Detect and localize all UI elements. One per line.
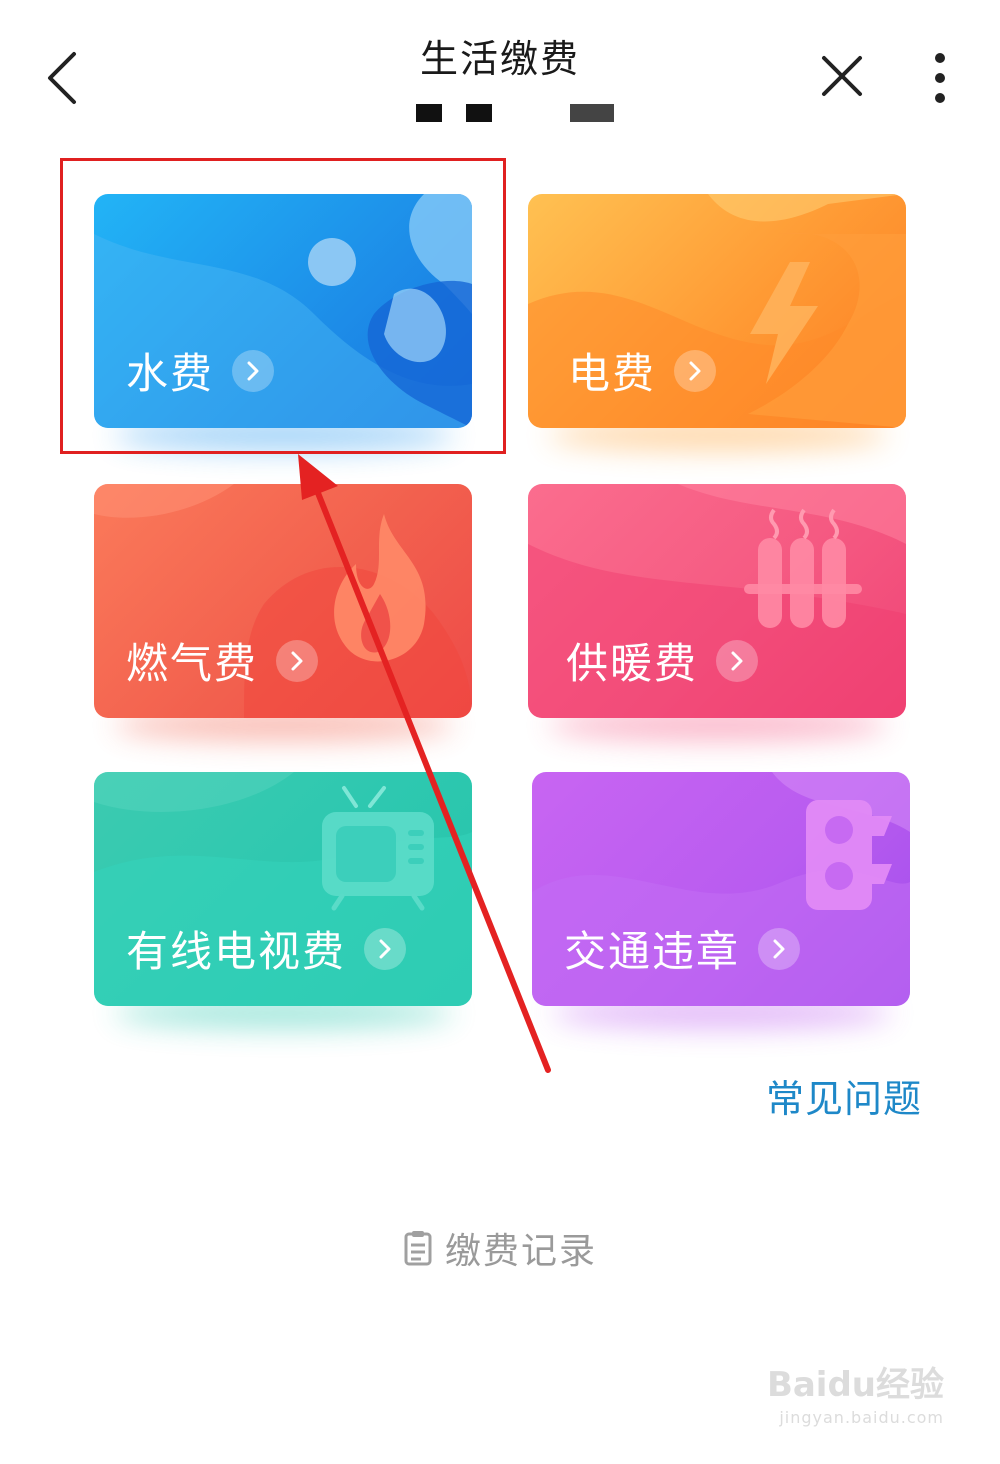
payment-records-label: 缴费记录 <box>444 1231 597 1272</box>
faq-link[interactable]: 常见问题 <box>766 1068 922 1123</box>
watermark-url: jingyan.baidu.com <box>779 1408 944 1427</box>
payment-records-link[interactable]: 缴费记录 <box>0 1222 1000 1274</box>
document-icon <box>403 1230 433 1266</box>
watermark: Baidu经验 jingyan.baidu.com <box>767 1368 944 1426</box>
watermark-brand: Baidu经验 <box>766 1365 944 1405</box>
